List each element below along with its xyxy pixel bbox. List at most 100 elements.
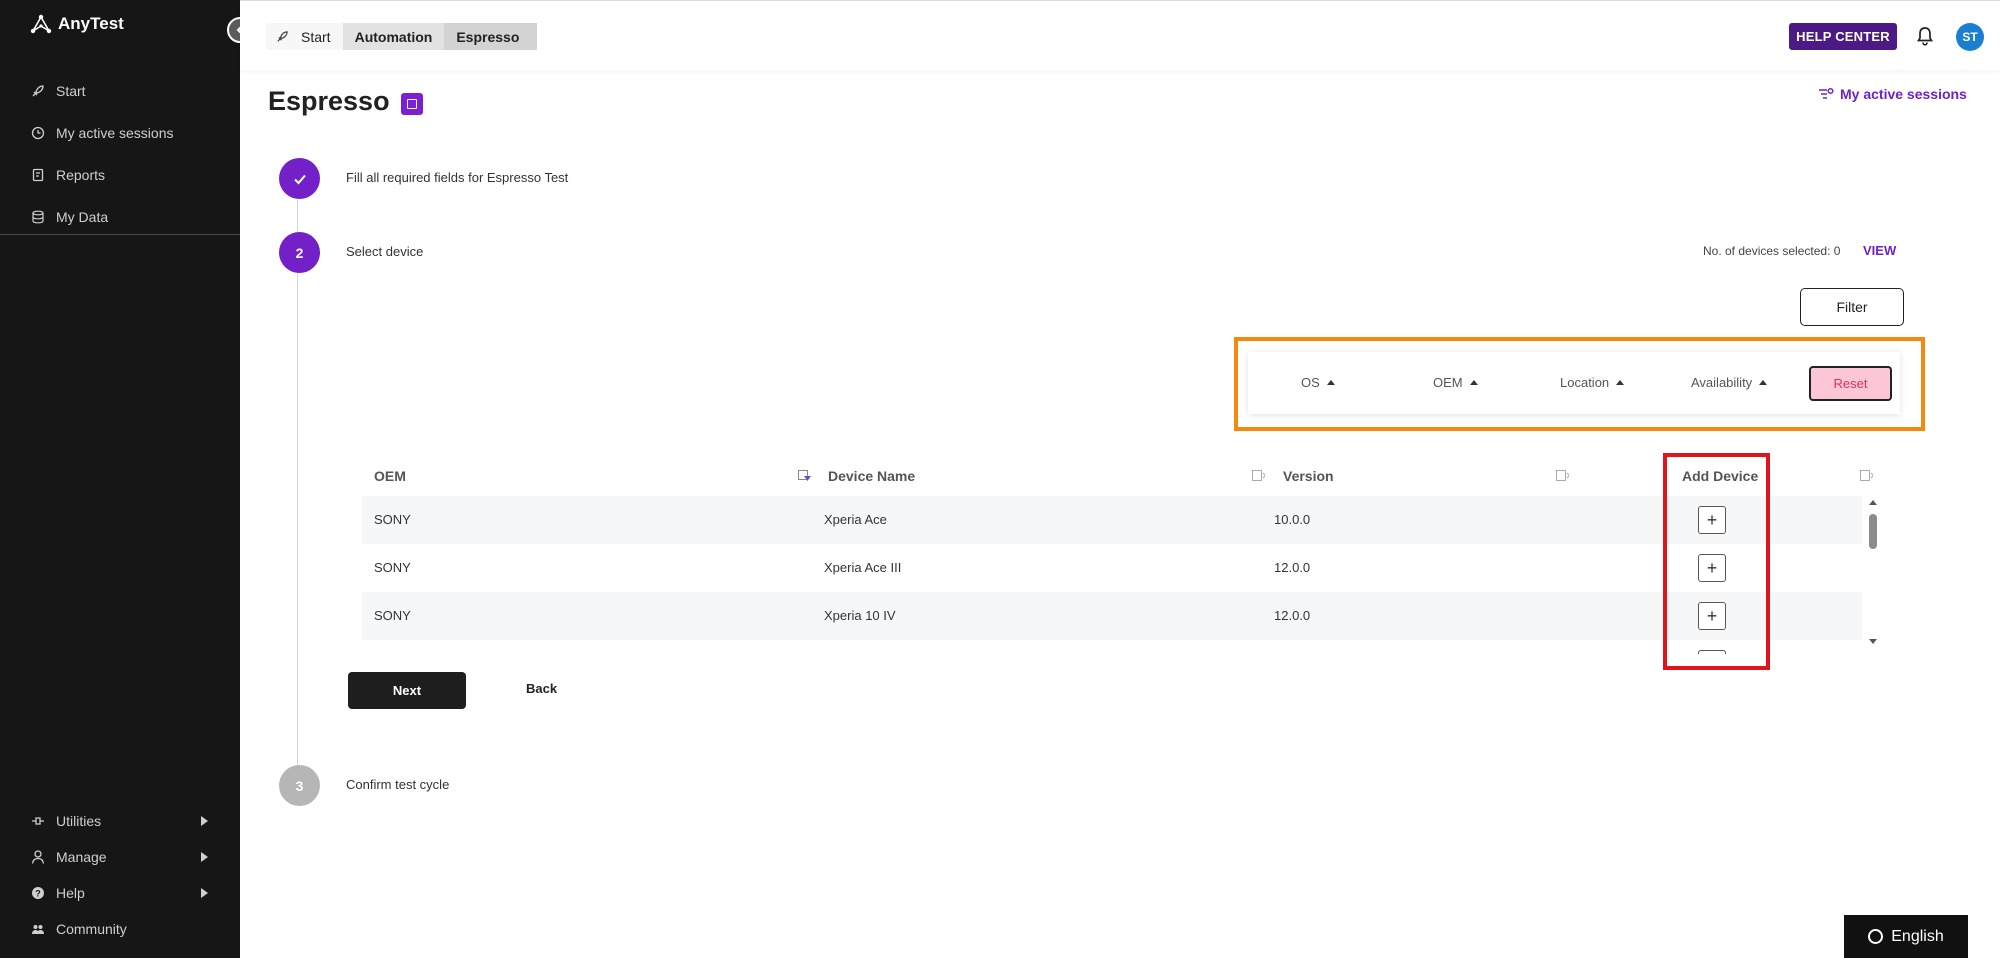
caret-up-icon [1326, 380, 1335, 385]
sidebar-item-help[interactable]: ? Help [0, 875, 240, 911]
svg-text:?: ? [35, 889, 41, 899]
cell-version: 10.0.0 [1274, 512, 1311, 527]
info-icon[interactable] [401, 93, 423, 115]
add-device-column-highlight [1663, 453, 1770, 670]
column-settings-icon[interactable] [1556, 470, 1570, 482]
step-3-label: Confirm test cycle [346, 777, 450, 792]
app-logo[interactable]: AnyTest [30, 14, 124, 34]
column-header-oem[interactable]: OEM [374, 468, 406, 484]
step-2-label: Select device [346, 244, 424, 259]
scroll-thumb[interactable] [1869, 514, 1877, 549]
sidebar-item-my-data[interactable]: My Data [0, 196, 240, 238]
app-name: AnyTest [58, 14, 124, 33]
sidebar-item-utilities[interactable]: Utilities [0, 803, 240, 839]
sessions-filter-icon [1819, 87, 1834, 99]
device-table-header: OEM Device Name Version Add Device [362, 460, 1882, 492]
sidebar-item-active-sessions[interactable]: My active sessions [0, 112, 240, 154]
user-icon [31, 850, 45, 864]
utilities-icon [32, 817, 44, 825]
next-button[interactable]: Next [348, 672, 466, 709]
column-filter-active-icon[interactable] [798, 470, 812, 482]
stepper-line [297, 195, 298, 785]
filter-button[interactable]: Filter [1800, 288, 1904, 326]
expand-arrow-icon [201, 888, 208, 898]
column-header-device-name[interactable]: Device Name [828, 468, 915, 484]
sidebar-item-label: Help [56, 885, 85, 901]
step-2-indicator: 2 [279, 232, 320, 273]
table-row[interactable]: SONY Xperia Ace III 12.0.0 + [362, 544, 1862, 592]
filter-os[interactable]: OS [1301, 375, 1335, 390]
expand-arrow-icon [201, 852, 208, 862]
cell-version: 12.0.0 [1274, 608, 1311, 623]
my-active-sessions-link[interactable]: My active sessions [1818, 86, 1967, 102]
breadcrumb-espresso[interactable]: Espresso [444, 23, 538, 50]
community-icon [32, 925, 44, 934]
sidebar-nav-top: Start My active sessions Reports My Data [0, 70, 240, 238]
column-settings-icon[interactable] [1252, 470, 1266, 482]
sidebar-divider [0, 234, 240, 235]
reset-filters-button[interactable]: Reset [1809, 366, 1892, 401]
filter-oem[interactable]: OEM [1433, 375, 1478, 390]
step-1-label: Fill all required fields for Espresso Te… [346, 170, 569, 185]
user-avatar[interactable]: ST [1956, 23, 1984, 51]
breadcrumb-label: Espresso [456, 28, 520, 45]
database-icon [32, 210, 44, 224]
caret-up-icon [1616, 380, 1625, 385]
help-center-button[interactable]: HELP CENTER [1789, 23, 1897, 50]
top-bar: Start Automation Espresso HELP CENTER ST [240, 0, 2000, 70]
sidebar-item-label: My Data [56, 209, 109, 225]
caret-up-icon [1469, 380, 1478, 385]
step-1-done-indicator [279, 158, 320, 199]
filter-oem-label: OEM [1433, 375, 1463, 390]
cell-oem: SONY [374, 560, 411, 575]
breadcrumb-start[interactable]: Start [266, 23, 343, 50]
rocket-icon [32, 85, 44, 97]
language-label: English [1891, 927, 1944, 945]
sidebar-item-reports[interactable]: Reports [0, 154, 240, 196]
view-selected-devices-link[interactable]: VIEW [1863, 243, 1896, 258]
expand-arrow-icon [201, 816, 208, 826]
rocket-icon [277, 31, 288, 42]
caret-up-icon [1759, 380, 1768, 385]
cell-oem: SONY [374, 608, 411, 623]
filter-panel: OS OEM Location Availability Reset [1248, 352, 1900, 414]
checkmark-icon [293, 174, 306, 184]
report-icon [32, 168, 44, 182]
table-scrollbar[interactable] [1866, 498, 1880, 646]
breadcrumb-label: Start [301, 28, 331, 45]
table-row[interactable]: SONY Xperia 10 IV 12.0.0 + [362, 592, 1862, 640]
cell-device-name: Xperia 10 IV [824, 608, 896, 623]
table-row[interactable]: SONY Xperia Ace 10.0.0 + [362, 496, 1862, 544]
language-selector[interactable]: English [1844, 915, 1968, 958]
anytest-logo-icon [30, 14, 52, 34]
column-header-version[interactable]: Version [1283, 468, 1334, 484]
cell-oem: SONY [374, 512, 411, 527]
filter-availability-label: Availability [1691, 375, 1753, 390]
back-button[interactable]: Back [526, 681, 557, 696]
cell-version: 12.0.0 [1274, 560, 1311, 575]
sidebar-nav-bottom: Utilities Manage ? Help Community [0, 803, 240, 947]
filter-os-label: OS [1301, 375, 1320, 390]
bell-icon[interactable] [1916, 26, 1934, 46]
scroll-up-arrow-icon[interactable] [1869, 500, 1877, 505]
cell-device-name: Xperia Ace [824, 512, 887, 527]
column-settings-icon[interactable] [1860, 470, 1874, 482]
sidebar-item-label: My active sessions [56, 125, 174, 141]
filter-availability[interactable]: Availability [1691, 375, 1768, 390]
globe-icon [1868, 929, 1884, 944]
scroll-down-arrow-icon[interactable] [1869, 639, 1877, 644]
filter-location[interactable]: Location [1560, 375, 1625, 390]
sidebar-item-label: Reports [56, 167, 106, 183]
breadcrumb-automation[interactable]: Automation [342, 23, 445, 50]
sidebar-item-label: Start [56, 83, 86, 99]
sidebar-item-label: Community [56, 921, 127, 937]
breadcrumb: Start Automation Espresso [266, 23, 538, 50]
page-title: Espresso [268, 86, 390, 116]
sidebar-item-start[interactable]: Start [0, 70, 240, 112]
filter-location-label: Location [1560, 375, 1610, 390]
help-icon: ? [32, 887, 44, 899]
clock-icon [31, 126, 45, 140]
sidebar-item-community[interactable]: Community [0, 911, 240, 947]
sidebar-item-manage[interactable]: Manage [0, 839, 240, 875]
my-active-sessions-label: My active sessions [1840, 86, 1967, 102]
